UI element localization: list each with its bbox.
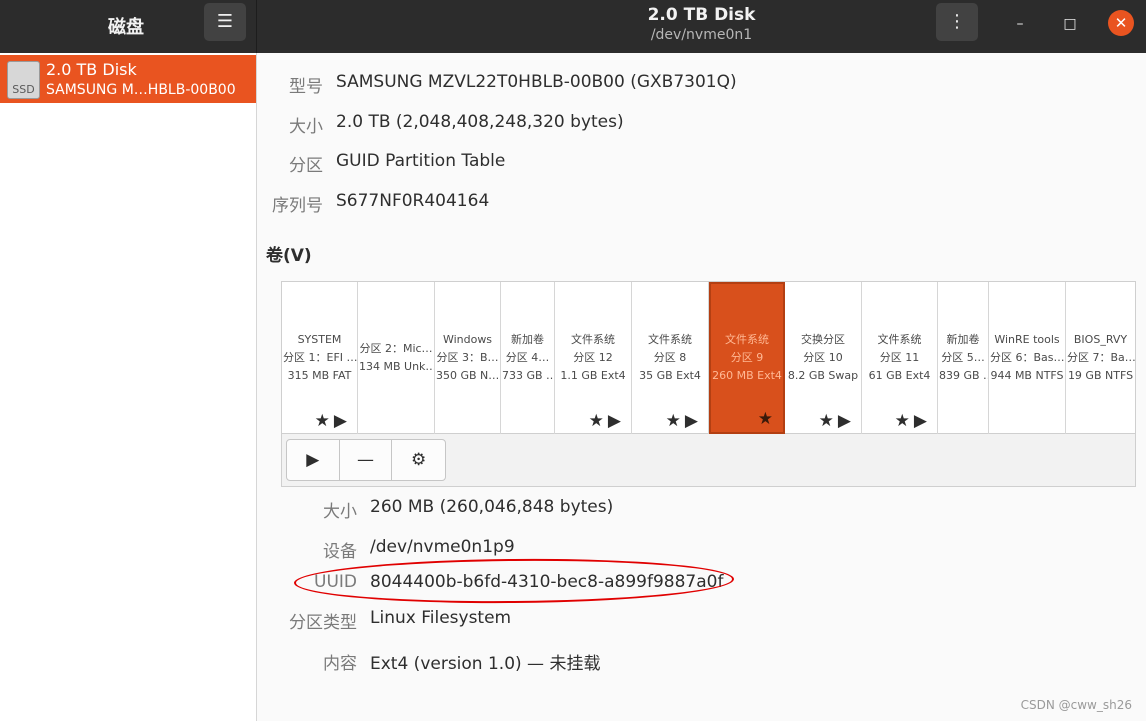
vol-value-size: 260 MB (260,046,848 bytes): [370, 497, 614, 517]
uuid-highlight-annotation: [293, 557, 735, 605]
vol-value-device: /dev/nvme0n1p9: [370, 537, 515, 557]
main-panel: 型号 SAMSUNG MZVL22T0HBLB-00B00 (GXB7301Q)…: [258, 53, 1146, 721]
minus-icon: —: [357, 450, 374, 470]
partition-block[interactable]: 文件系统 分区 8 35 GB Ext4 ★▶: [632, 282, 709, 434]
star-play-icon: ★▶: [314, 411, 351, 431]
mount-button[interactable]: ▶: [287, 440, 340, 480]
info-value-size: 2.0 TB (2,048,408,248,320 bytes): [336, 112, 624, 132]
info-value-partitioning: GUID Partition Table: [336, 151, 506, 171]
partition-options-button[interactable]: ⚙: [392, 440, 445, 480]
hamburger-menu-button[interactable]: ☰: [204, 3, 246, 41]
star-play-icon: ★▶: [818, 411, 855, 431]
partition-block-selected[interactable]: 文件系统 分区 9 260 MB Ext4 ★: [709, 282, 785, 434]
volumes-box: SYSTEM 分区 1：EFI … 315 MB FAT ★▶ 分区 2：Mic… 1…: [281, 281, 1136, 487]
star-icon: ★: [757, 409, 777, 429]
star-play-icon: ★▶: [588, 411, 625, 431]
partition-block[interactable]: 新加卷 分区 4… 733 GB …: [501, 282, 555, 434]
partition-block[interactable]: WinRE tools 分区 6：Bas… 944 MB NTFS: [989, 282, 1066, 434]
partition-block[interactable]: 交换分区 分区 10 8.2 GB Swap ★▶: [785, 282, 862, 434]
sidebar: SSD 2.0 TB Disk SAMSUNG M…HBLB-00B00: [0, 53, 257, 721]
close-icon: ✕: [1114, 14, 1128, 32]
info-value-serial: S677NF0R404164: [336, 191, 490, 211]
sidebar-item-disk[interactable]: SSD 2.0 TB Disk SAMSUNG M…HBLB-00B00: [0, 55, 256, 103]
header-bar: 磁盘 ☰ 2.0 TB Disk /dev/nvme0n1 ⋮ – □ ✕: [0, 0, 1146, 53]
hamburger-icon: ☰: [216, 11, 234, 32]
gears-icon: ⚙: [411, 450, 427, 470]
watermark: CSDN @cww_sh26: [1020, 698, 1132, 712]
partition-map: SYSTEM 分区 1：EFI … 315 MB FAT ★▶ 分区 2：Mic… 1…: [282, 282, 1135, 434]
partition-block[interactable]: BIOS_RVY 分区 7：Ba… 19 GB NTFS: [1066, 282, 1135, 434]
vertical-dots-icon: ⋮: [948, 11, 966, 32]
partition-block[interactable]: SYSTEM 分区 1：EFI … 315 MB FAT ★▶: [282, 282, 358, 434]
maximize-icon: □: [1063, 16, 1077, 32]
partition-block[interactable]: 分区 2：Mic… 134 MB Unk…: [358, 282, 435, 434]
vol-value-contents: Ext4 (version 1.0) — 未挂载: [370, 654, 601, 674]
partition-block[interactable]: 文件系统 分区 12 1.1 GB Ext4 ★▶: [555, 282, 632, 434]
delete-partition-button[interactable]: —: [340, 440, 393, 480]
main-header: 2.0 TB Disk /dev/nvme0n1 ⋮ – □ ✕: [257, 0, 1146, 53]
minimize-icon: –: [1016, 16, 1024, 32]
maximize-button[interactable]: □: [1056, 10, 1084, 38]
partition-block[interactable]: 文件系统 分区 11 61 GB Ext4 ★▶: [862, 282, 938, 434]
disk-options-button[interactable]: ⋮: [936, 3, 978, 41]
vol-value-partition-type: Linux Filesystem: [370, 608, 512, 628]
ssd-icon: SSD: [7, 61, 40, 99]
close-button[interactable]: ✕: [1108, 10, 1134, 36]
volumes-title: 卷(V): [266, 246, 312, 266]
sidebar-item-name: 2.0 TB Disk: [46, 60, 137, 79]
info-value-model: SAMSUNG MZVL22T0HBLB-00B00 (GXB7301Q): [336, 72, 737, 92]
sidebar-item-model: SAMSUNG M…HBLB-00B00: [46, 82, 236, 98]
volume-toolbar: ▶ — ⚙: [286, 439, 446, 481]
play-icon: ▶: [306, 450, 320, 470]
star-play-icon: ★▶: [894, 411, 931, 431]
star-play-icon: ★▶: [665, 411, 702, 431]
minimize-button[interactable]: –: [1006, 10, 1034, 38]
partition-block[interactable]: 新加卷分区 5…839 GB …: [938, 282, 989, 434]
sidebar-header: 磁盘 ☰: [0, 0, 257, 53]
partition-block[interactable]: Windows 分区 3：B… 350 GB N…: [435, 282, 501, 434]
